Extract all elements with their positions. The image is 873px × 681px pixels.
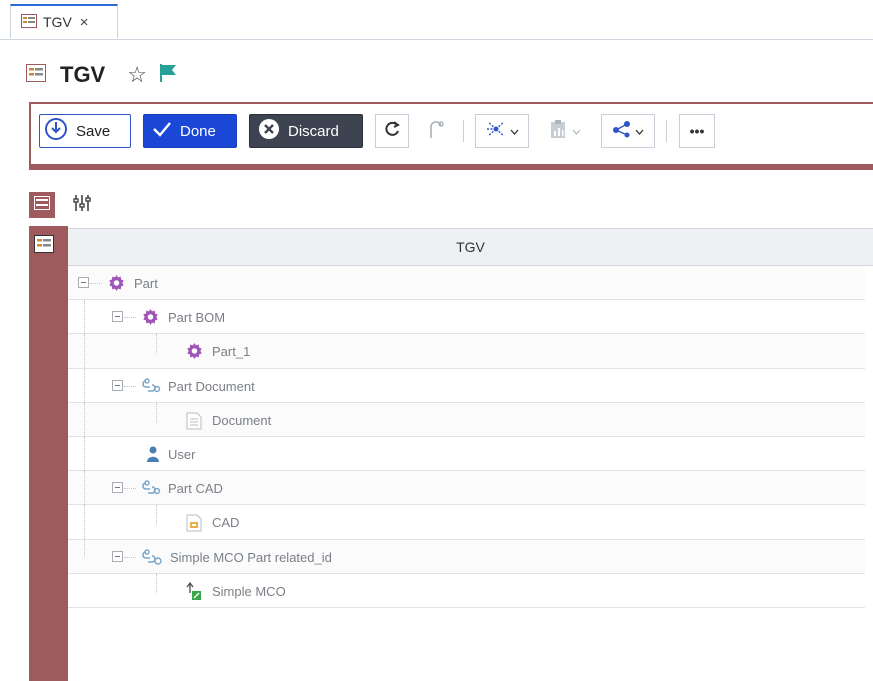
discard-label: Discard bbox=[288, 122, 339, 140]
tree-node-label: Part Document bbox=[168, 378, 255, 394]
tab-strip: TGV × bbox=[0, 0, 873, 40]
tree-node-label: CAD bbox=[212, 515, 240, 531]
close-circle-icon bbox=[258, 118, 280, 144]
tree-row-cad[interactable]: CAD bbox=[68, 505, 865, 540]
redo-button[interactable] bbox=[419, 114, 453, 148]
tree-connector bbox=[124, 385, 136, 387]
user-icon bbox=[146, 446, 160, 466]
tree-connector bbox=[156, 402, 157, 423]
structure-menu-button[interactable] bbox=[475, 114, 529, 148]
grid-header-label: TGV bbox=[456, 239, 485, 255]
tree-grid: TGV Part Part BOM Part_1 Part Document D… bbox=[68, 228, 873, 681]
gear-icon bbox=[186, 343, 203, 363]
gear-icon bbox=[108, 275, 125, 295]
tree-connector bbox=[156, 573, 157, 594]
redo-icon bbox=[426, 118, 446, 145]
tree-row-part[interactable]: Part bbox=[68, 266, 865, 301]
tree-connector bbox=[124, 488, 136, 490]
tree-row-user[interactable]: User bbox=[68, 436, 865, 472]
document-icon bbox=[186, 412, 202, 433]
collapse-toggle[interactable] bbox=[112, 482, 123, 494]
tab-tgv[interactable]: TGV × bbox=[10, 4, 118, 38]
form-icon bbox=[21, 13, 37, 31]
form-icon bbox=[26, 63, 46, 87]
tree-row-document[interactable]: Document bbox=[68, 402, 865, 437]
collapse-toggle[interactable] bbox=[112, 550, 123, 562]
tree-connector bbox=[156, 505, 157, 526]
chevron-down-icon bbox=[572, 122, 581, 140]
relationship-icon bbox=[142, 377, 162, 397]
tree-node-label: Part_1 bbox=[212, 344, 251, 360]
tree-connector bbox=[84, 300, 85, 335]
done-label: Done bbox=[180, 122, 216, 140]
tree-connector bbox=[84, 334, 85, 369]
panel-icon bbox=[34, 195, 50, 215]
report-menu-button[interactable] bbox=[539, 114, 591, 148]
tree-connector bbox=[84, 505, 85, 540]
page-title: TGV bbox=[60, 62, 106, 87]
tree-connector bbox=[84, 436, 85, 471]
title-row: TGV ☆ bbox=[26, 58, 177, 92]
tree-node-label: Part bbox=[134, 276, 158, 291]
share-menu-button[interactable] bbox=[601, 114, 655, 148]
tab-close-icon[interactable]: × bbox=[80, 14, 89, 31]
more-button[interactable]: ••• bbox=[679, 114, 715, 148]
toolbar-separator bbox=[666, 120, 667, 142]
refresh-icon bbox=[382, 119, 402, 144]
tree-connector bbox=[84, 368, 85, 403]
cad-icon bbox=[186, 514, 202, 535]
tab-label: TGV bbox=[43, 14, 72, 30]
tree-connector bbox=[90, 283, 102, 284]
tree-node-label: Document bbox=[212, 412, 272, 428]
mco-icon bbox=[184, 581, 202, 604]
tree-connector bbox=[156, 334, 157, 355]
tree-row-part-bom[interactable]: Part BOM bbox=[68, 300, 865, 335]
toolbar-separator bbox=[463, 120, 464, 142]
save-icon bbox=[44, 117, 68, 145]
collapse-toggle[interactable] bbox=[112, 311, 123, 323]
left-rail bbox=[29, 226, 68, 681]
tree-node-label: Simple MCO bbox=[212, 583, 286, 599]
tree-connector bbox=[124, 556, 136, 558]
tree-row-simple-mco[interactable]: Simple MCO bbox=[68, 573, 865, 608]
gear-icon bbox=[142, 309, 159, 329]
chevron-down-icon bbox=[635, 122, 644, 140]
collapse-toggle[interactable] bbox=[112, 379, 123, 391]
chevron-down-icon bbox=[510, 122, 519, 140]
more-icon: ••• bbox=[689, 123, 705, 139]
tree-row-part-document[interactable]: Part Document bbox=[68, 368, 865, 403]
tree-node-label: Part CAD bbox=[168, 481, 223, 497]
save-label: Save bbox=[76, 122, 111, 140]
tree-rows: Part Part BOM Part_1 Part Document Docum… bbox=[68, 266, 865, 608]
tree-node-label: User bbox=[168, 446, 196, 462]
tree-connector bbox=[124, 317, 136, 319]
clipboard-chart-icon bbox=[549, 119, 567, 144]
relationship-icon bbox=[142, 548, 164, 570]
favorite-star-icon[interactable]: ☆ bbox=[127, 62, 147, 88]
filter-settings-icon[interactable] bbox=[73, 194, 91, 217]
save-button[interactable]: Save bbox=[39, 114, 131, 148]
done-button[interactable]: Done bbox=[143, 114, 237, 148]
form-view-icon[interactable] bbox=[34, 235, 54, 258]
network-icon bbox=[485, 119, 507, 144]
share-icon bbox=[612, 120, 632, 143]
tree-row-part-cad[interactable]: Part CAD bbox=[68, 471, 865, 506]
tree-row-part-1[interactable]: Part_1 bbox=[68, 334, 865, 369]
discard-button[interactable]: Discard bbox=[249, 114, 363, 148]
refresh-button[interactable] bbox=[375, 114, 409, 148]
grid-column-header[interactable]: TGV bbox=[68, 228, 873, 266]
collapse-toggle[interactable] bbox=[78, 277, 89, 288]
relationship-icon bbox=[142, 480, 162, 499]
tree-connector bbox=[84, 539, 85, 557]
tree-row-simple-mco-part[interactable]: Simple MCO Part related_id bbox=[68, 539, 865, 574]
checkmark-icon bbox=[152, 120, 172, 142]
flag-icon[interactable] bbox=[159, 63, 177, 88]
tree-connector bbox=[84, 402, 85, 437]
tree-node-label: Part BOM bbox=[168, 310, 226, 326]
panel-toggle-button[interactable] bbox=[29, 192, 55, 218]
toolbar: Save Done Discard ••• bbox=[29, 102, 873, 170]
tree-node-label: Simple MCO Part related_id bbox=[170, 549, 332, 565]
tree-connector bbox=[84, 471, 85, 506]
